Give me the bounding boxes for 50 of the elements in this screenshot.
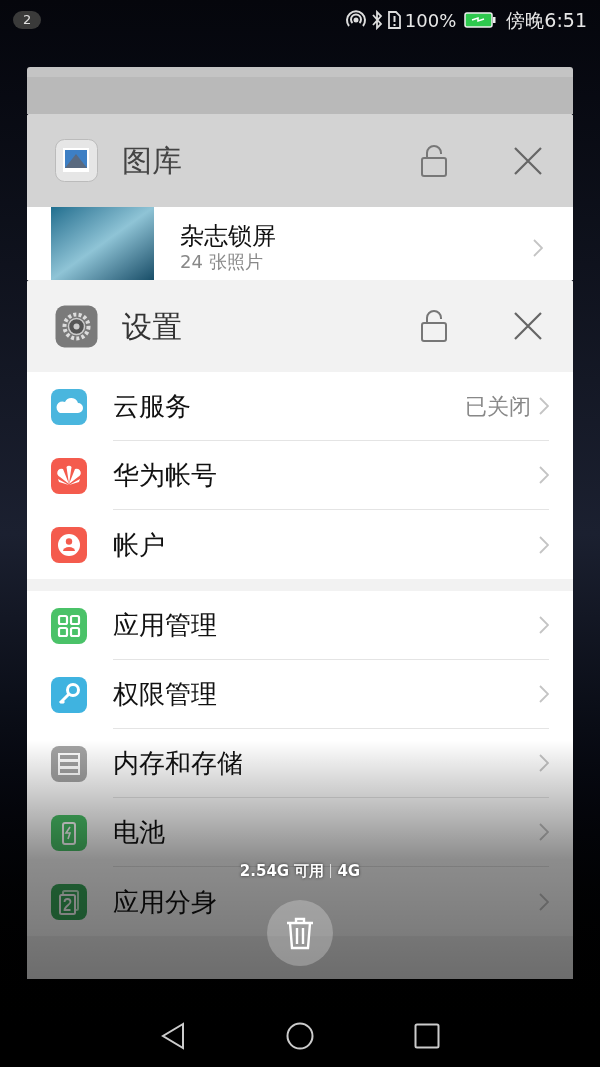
bluetooth-icon xyxy=(370,10,383,30)
app-title: 图库 xyxy=(122,142,182,180)
chevron-right-icon xyxy=(533,239,543,257)
back-icon[interactable] xyxy=(160,1021,186,1050)
chevron-right-icon xyxy=(539,892,549,911)
chevron-right-icon xyxy=(539,754,549,772)
trash-icon xyxy=(285,916,315,950)
grid-icon xyxy=(51,607,87,644)
memory-total: 4G xyxy=(337,861,361,882)
lock-open-icon[interactable] xyxy=(419,309,449,343)
battery-icon xyxy=(51,814,87,851)
gear-icon xyxy=(55,304,98,348)
gallery-app-card[interactable]: 图库 杂志锁屏 24 张照片 xyxy=(27,114,573,280)
close-icon[interactable] xyxy=(513,145,543,176)
battery-percent: 100% xyxy=(404,8,457,33)
row-label[interactable]: 应用分身 xyxy=(113,885,217,918)
recents-icon[interactable] xyxy=(414,1022,440,1049)
chevron-right-icon xyxy=(539,466,549,484)
row-label[interactable]: 帐户 xyxy=(113,528,165,561)
row-status: 已关闭 xyxy=(465,392,531,421)
close-icon[interactable] xyxy=(513,311,543,341)
twin-app-icon xyxy=(51,883,87,920)
row-label[interactable]: 权限管理 xyxy=(113,678,217,710)
row-label[interactable]: 内存和存储 xyxy=(113,747,243,779)
notification-count: 2 xyxy=(13,11,42,29)
lock-open-icon[interactable] xyxy=(419,143,449,178)
chevron-right-icon xyxy=(539,823,549,841)
row-label[interactable]: 云服务 xyxy=(113,390,191,422)
key-icon xyxy=(51,676,87,713)
petal-logo-icon xyxy=(51,457,87,494)
photo-count: 24 张照片 xyxy=(180,251,264,273)
person-icon xyxy=(51,526,87,563)
row-label[interactable]: 华为帐号 xyxy=(113,459,217,491)
sim-alert-icon xyxy=(386,10,401,30)
chevron-right-icon xyxy=(539,397,549,415)
memory-available: 2.54G 可用 xyxy=(239,861,325,882)
row-label[interactable]: 应用管理 xyxy=(113,609,217,641)
gallery-app-icon xyxy=(55,139,98,182)
home-icon[interactable] xyxy=(286,1021,314,1050)
row-label[interactable]: 电池 xyxy=(113,816,165,848)
battery-charging-icon xyxy=(464,12,497,28)
app-title: 设置 xyxy=(122,307,182,346)
chevron-right-icon xyxy=(539,616,549,634)
chevron-right-icon xyxy=(539,685,549,703)
photo-placeholder[interactable] xyxy=(51,207,154,280)
album-name[interactable]: 杂志锁屏 xyxy=(180,221,533,251)
clock-time: 傍晚6:51 xyxy=(506,7,587,33)
cloud-icon xyxy=(51,388,87,425)
storage-icon xyxy=(51,745,87,782)
chevron-right-icon xyxy=(539,535,549,554)
